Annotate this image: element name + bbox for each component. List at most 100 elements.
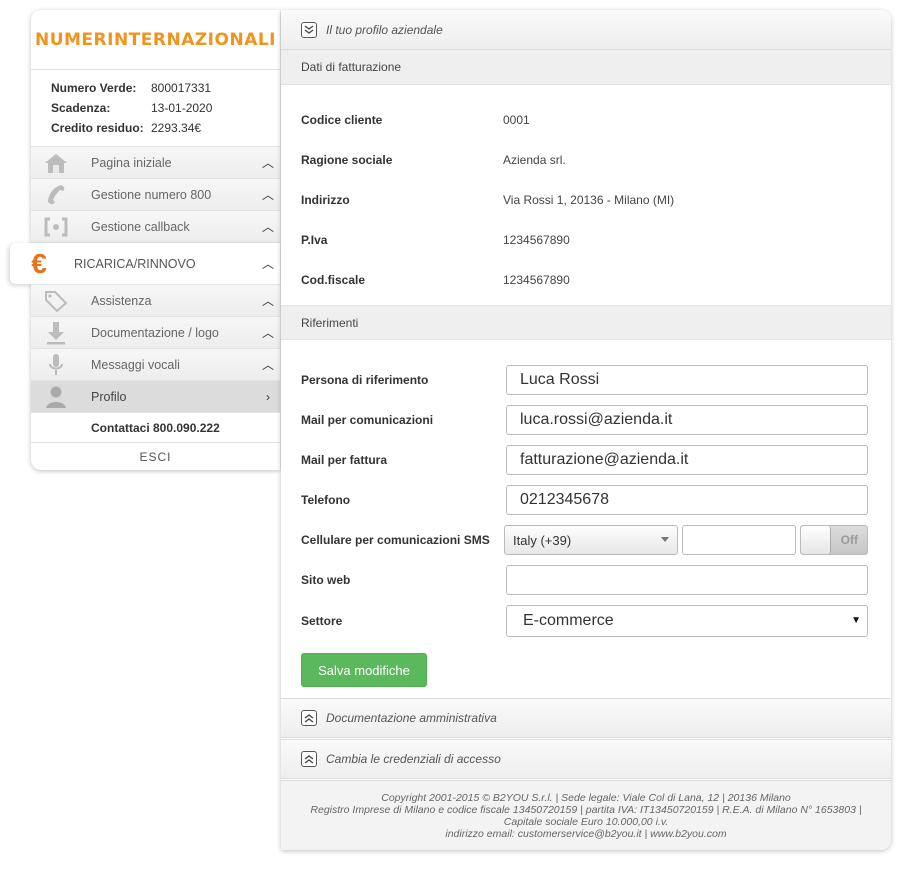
logout-button[interactable]: ESCI [31, 443, 280, 471]
billing-row: Cod.fiscale 1234567890 [301, 260, 891, 300]
account-value: 2293.34€ [151, 121, 202, 135]
field-label: Settore [301, 614, 343, 628]
billing-label: P.Iva [301, 233, 328, 247]
expand-icon[interactable] [301, 710, 317, 726]
sidebar-item-label: RICARICA/RINNOVO [74, 256, 196, 271]
sidebar-item-numero-800[interactable]: Gestione numero 800 ︿ [31, 179, 280, 211]
callback-icon [43, 215, 69, 239]
form-row-mail: Mail per comunicazioni luca.rossi@aziend… [301, 400, 868, 440]
tag-icon [43, 289, 69, 313]
sector-select[interactable]: E-commerce ▼ [506, 605, 868, 637]
contact-link[interactable]: Contattaci 800.090.222 [31, 413, 280, 443]
footer-copyright: Copyright 2001-2015 © B2YOU S.r.l. | Sed… [381, 792, 791, 804]
country-value: Italy (+39) [513, 532, 572, 548]
sidebar-item-documentazione[interactable]: Documentazione / logo ︿ [31, 317, 280, 349]
account-summary: Numero Verde: 800017331 Scadenza: 13-01-… [31, 70, 280, 147]
email-field[interactable]: luca.rossi@azienda.it [506, 405, 868, 435]
mobile-field[interactable] [682, 525, 796, 555]
chevron-up-icon: ︿ [261, 156, 274, 170]
sector-value: E-commerce [523, 612, 614, 629]
form-row-person: Persona di riferimento Luca Rossi [301, 360, 868, 400]
sidebar-item-label: Messaggi vocali [91, 357, 180, 372]
billing-header: Dati di fatturazione [281, 50, 891, 85]
field-label: Cellulare per comunicazioni SMS [301, 533, 490, 547]
field-label: Telefono [301, 493, 351, 507]
sidebar-item-label: Assistenza [91, 293, 152, 308]
download-icon [43, 321, 69, 345]
sidebar: NUMERINTERNAZIONALI Numero Verde: 800017… [10, 10, 280, 471]
footer-registry: Registro Imprese di Milano e codice fisc… [310, 804, 862, 816]
sidebar-item-profilo[interactable]: Profilo › [31, 381, 280, 413]
billing-value: Azienda srl. [503, 153, 566, 167]
account-value: 13-01-2020 [151, 101, 213, 115]
billing-value: 0001 [503, 113, 530, 127]
billing-value: 1234567890 [503, 273, 570, 287]
expand-icon[interactable] [301, 751, 317, 767]
phone-icon [43, 183, 69, 207]
sidebar-item-label: Documentazione / logo [91, 325, 219, 340]
billing-label: Indirizzo [301, 193, 350, 207]
account-label: Numero Verde: [51, 81, 137, 95]
form-row-website: Sito web [301, 560, 868, 600]
caret-down-icon: ▼ [851, 615, 861, 626]
mobile-group: Italy (+39) Off [504, 525, 868, 555]
main-panel: Il tuo profilo aziendale Dati di fattura… [281, 10, 891, 850]
billing-row: P.Iva 1234567890 [301, 220, 891, 260]
references-form: Persona di riferimento Luca Rossi Mail p… [281, 340, 891, 687]
field-label: Mail per comunicazioni [301, 413, 434, 427]
billing-row: Ragione sociale Azienda srl. [301, 140, 891, 180]
brand-logo[interactable]: NUMERINTERNAZIONALI [31, 10, 280, 70]
collapse-icon[interactable] [301, 21, 317, 38]
account-row-credit: Credito residuo: 2293.34€ [51, 118, 280, 138]
sms-toggle[interactable]: Off [800, 525, 868, 555]
footer: Copyright 2001-2015 © B2YOU S.r.l. | Sed… [281, 780, 891, 850]
chevron-up-icon: ︿ [261, 294, 274, 308]
phone-field[interactable]: 0212345678 [506, 485, 868, 515]
billing-label: Cod.fiscale [301, 273, 366, 287]
country-select[interactable]: Italy (+39) [504, 525, 678, 555]
invoice-email-field[interactable]: fatturazione@azienda.it [506, 445, 868, 475]
form-row-mobile: Cellulare per comunicazioni SMS Italy (+… [301, 520, 868, 560]
field-label: Mail per fattura [301, 453, 388, 467]
form-row-invoice-mail: Mail per fattura fatturazione@azienda.it [301, 440, 868, 480]
footer-capital: Capitale sociale Euro 10.000,00 i.v. [503, 816, 669, 828]
euro-icon: € [31, 247, 47, 279]
billing-value: 1234567890 [503, 233, 570, 247]
sidebar-item-label: Gestione callback [91, 219, 190, 234]
form-row-phone: Telefono 0212345678 [301, 480, 868, 520]
account-label: Scadenza: [51, 101, 111, 115]
field-label: Sito web [301, 573, 351, 587]
person-field[interactable]: Luca Rossi [506, 365, 868, 395]
toggle-label: Off [840, 533, 858, 547]
billing-label: Codice cliente [301, 113, 383, 127]
sidebar-item-ricarica[interactable]: € RICARICA/RINNOVO ︿ [10, 243, 280, 285]
credentials-section-header[interactable]: Cambia le credenziali di accesso [281, 739, 891, 779]
save-button[interactable]: Salva modifiche [301, 653, 427, 687]
section-title: Documentazione amministrativa [326, 711, 497, 725]
section-title: Cambia le credenziali di accesso [326, 752, 501, 766]
sidebar-item-home[interactable]: Pagina iniziale ︿ [31, 147, 280, 179]
sidebar-item-label: Gestione numero 800 [91, 187, 212, 202]
account-row-number: Numero Verde: 800017331 [51, 78, 280, 98]
footer-contact[interactable]: indirizzo email: customerservice@b2you.i… [281, 828, 891, 840]
account-value: 800017331 [151, 81, 212, 95]
caret-down-icon [661, 537, 669, 542]
sidebar-item-callback[interactable]: Gestione callback ︿ [31, 211, 280, 243]
billing-value: Via Rossi 1, 20136 - Milano (MI) [503, 193, 675, 207]
sidebar-item-label: Pagina iniziale [91, 155, 172, 170]
chevron-up-icon: ︿ [261, 188, 274, 202]
toggle-knob[interactable] [801, 526, 831, 554]
profile-section-header[interactable]: Il tuo profilo aziendale [281, 10, 891, 50]
sidebar-item-messaggi[interactable]: Messaggi vocali ︿ [31, 349, 280, 381]
billing-info: Codice cliente 0001 Ragione sociale Azie… [281, 85, 891, 305]
sidebar-item-assistenza[interactable]: Assistenza ︿ [31, 285, 280, 317]
chevron-up-icon: ︿ [261, 220, 274, 234]
chevron-up-icon: ︿ [261, 358, 274, 372]
sidebar-nav: Pagina iniziale ︿ Gestione numero 800 ︿ … [10, 147, 280, 413]
chevron-up-icon: ︿ [261, 326, 274, 340]
chevron-up-icon: ︿ [261, 257, 274, 271]
website-field[interactable] [506, 565, 868, 595]
account-label: Credito residuo: [51, 121, 144, 135]
docs-section-header[interactable]: Documentazione amministrativa [281, 698, 891, 738]
references-header: Riferimenti [281, 305, 891, 340]
